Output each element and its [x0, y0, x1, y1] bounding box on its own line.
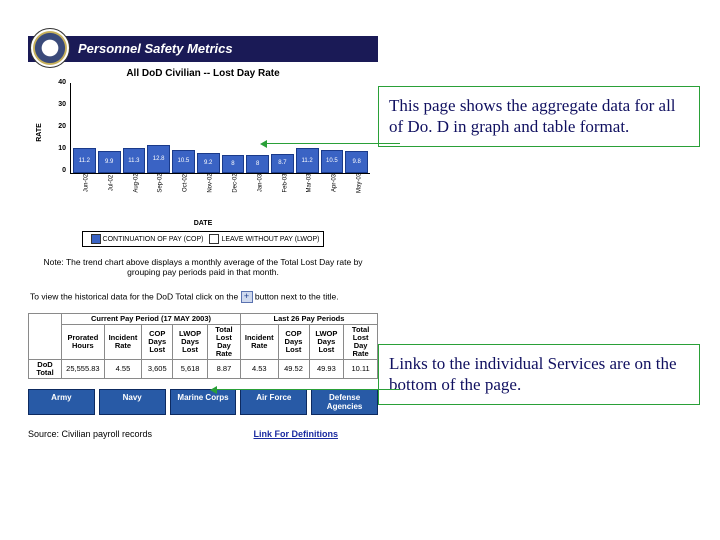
y-axis-ticks: 010203040 [50, 83, 68, 173]
service-link[interactable]: Navy [99, 389, 166, 415]
bar: 10.5 [172, 150, 195, 173]
report-panel: Personnel Safety Metrics All DoD Civilia… [28, 36, 378, 439]
arrow-icon [266, 143, 400, 144]
y-axis-label: RATE [36, 123, 43, 142]
arrow-icon [216, 389, 400, 390]
panel-title: Personnel Safety Metrics [78, 41, 233, 56]
bar: 9.9 [98, 151, 121, 173]
annotation-top: This page shows the aggregate data for a… [378, 86, 700, 147]
dod-seal-icon [30, 28, 70, 68]
chart-title: All DoD Civilian -- Lost Day Rate [28, 68, 378, 79]
bar: 10.5 [321, 150, 344, 173]
bar: 9.2 [197, 153, 220, 173]
table-span-current: Current Pay Period (17 MAY 2003) [62, 314, 241, 325]
metrics-table: Current Pay Period (17 MAY 2003) Last 26… [28, 313, 378, 378]
legend-swatch-lwop [209, 234, 219, 244]
bar: 9.8 [345, 151, 368, 173]
service-link[interactable]: Marine Corps [170, 389, 237, 415]
service-links-row: ArmyNavyMarine CorpsAir ForceDefense Age… [28, 389, 378, 415]
source-text: Source: Civilian payroll records [28, 429, 152, 439]
service-link[interactable]: Air Force [240, 389, 307, 415]
table-row-label: DoD Total [29, 359, 62, 378]
panel-header: Personnel Safety Metrics [28, 36, 378, 62]
bar-chart: RATE 010203040 11.29.911.312.810.59.2888… [38, 83, 374, 198]
definitions-link[interactable]: Link For Definitions [254, 429, 339, 439]
annotation-bottom: Links to the individual Services are on … [378, 344, 700, 405]
bar: 12.8 [147, 145, 170, 173]
legend-swatch-cop [91, 234, 101, 244]
expand-instruction: To view the historical data for the DoD … [30, 291, 376, 303]
x-axis-ticks: Jun-02Jul-02Aug-02Sep-02Oct-02Nov-02Dec-… [70, 175, 370, 181]
x-axis-label: DATE [28, 220, 378, 227]
bar: 11.2 [73, 148, 96, 173]
bar: 8 [222, 155, 245, 173]
bar: 8.7 [271, 154, 294, 173]
table-span-last26: Last 26 Pay Periods [240, 314, 377, 325]
bar: 8 [246, 155, 269, 173]
service-link[interactable]: Army [28, 389, 95, 415]
chart-note: Note: The trend chart above displays a m… [34, 257, 372, 277]
chart-plot-area: 11.29.911.312.810.59.2888.711.210.59.8 [70, 83, 370, 174]
source-row: Source: Civilian payroll records Link Fo… [28, 429, 378, 439]
bar: 11.3 [123, 148, 146, 173]
bar: 11.2 [296, 148, 319, 173]
service-link[interactable]: Defense Agencies [311, 389, 378, 415]
plus-icon[interactable]: + [241, 291, 253, 303]
chart-legend: CONTINUATION OF PAY (COP) LEAVE WITHOUT … [82, 231, 325, 247]
